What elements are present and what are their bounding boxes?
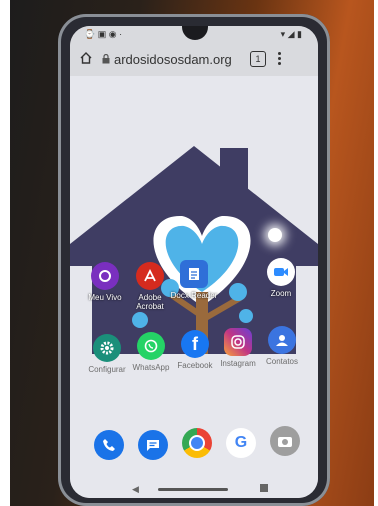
status-right-icons: ▾ ◢ ▮ xyxy=(280,29,302,39)
dock-chrome[interactable] xyxy=(182,428,212,458)
instagram-icon xyxy=(224,328,252,356)
app-zoom[interactable]: Zoom xyxy=(260,258,302,298)
settings-icon xyxy=(93,334,121,362)
adobe-acrobat-icon xyxy=(136,262,164,290)
app-dock: G xyxy=(70,422,318,468)
facebook-icon: f xyxy=(181,330,209,358)
dock-camera[interactable] xyxy=(270,426,300,456)
overflow-menu-icon[interactable] xyxy=(276,50,282,68)
app-meu-vivo[interactable]: Meu Vivo xyxy=(82,262,128,302)
messages-icon xyxy=(138,430,168,460)
app-facebook[interactable]: f Facebook xyxy=(174,330,216,370)
chrome-icon xyxy=(182,428,212,458)
dock-google[interactable]: G xyxy=(226,428,256,458)
contacts-icon xyxy=(268,326,296,354)
phone-icon xyxy=(94,430,124,460)
lock-icon xyxy=(102,54,110,64)
whatsapp-icon xyxy=(137,332,165,360)
app-configurar[interactable]: Configurar xyxy=(86,334,128,374)
app-label: WhatsApp xyxy=(132,363,170,372)
image-right-border xyxy=(374,0,378,506)
dock-phone[interactable] xyxy=(94,430,124,460)
app-docx-reader[interactable]: Docx Reader xyxy=(168,260,220,300)
recents-icon[interactable] xyxy=(260,484,268,492)
app-label: Adobe Acrobat xyxy=(136,293,164,311)
app-label: Contatos xyxy=(265,357,299,366)
meu-vivo-icon xyxy=(91,262,119,290)
phone-screen: ⌚ ▣ ◉ · ▾ ◢ ▮ ardosidososdam.org 1 Meu V… xyxy=(70,26,318,498)
app-label: Docx Reader xyxy=(170,291,218,300)
app-contatos[interactable]: Contatos xyxy=(260,326,304,366)
light-reflection xyxy=(268,228,282,242)
image-left-border xyxy=(0,0,10,506)
back-icon[interactable]: ◀ xyxy=(132,484,139,495)
app-whatsapp[interactable]: WhatsApp xyxy=(130,332,172,372)
zoom-icon xyxy=(267,258,295,286)
camera-icon xyxy=(270,426,300,456)
docx-reader-icon xyxy=(180,260,208,288)
app-label: Facebook xyxy=(177,361,213,370)
google-icon: G xyxy=(226,428,256,458)
app-label: Configurar xyxy=(88,365,126,374)
app-instagram[interactable]: Instagram xyxy=(216,328,260,368)
home-gesture-pill[interactable] xyxy=(158,488,228,491)
app-label: Zoom xyxy=(270,289,292,298)
app-label: Meu Vivo xyxy=(88,293,122,302)
status-left-icons: ⌚ ▣ ◉ · xyxy=(84,29,123,39)
app-adobe-acrobat[interactable]: Adobe Acrobat xyxy=(126,262,174,311)
navigation-bar: ◀ xyxy=(70,480,318,498)
browser-toolbar: ardosidososdam.org 1 xyxy=(70,44,318,76)
app-label: Instagram xyxy=(220,359,256,368)
tab-switcher-button[interactable]: 1 xyxy=(250,51,266,67)
home-icon[interactable] xyxy=(80,52,92,64)
dock-messages[interactable] xyxy=(138,430,168,460)
url-text[interactable]: ardosidososdam.org xyxy=(114,52,232,67)
